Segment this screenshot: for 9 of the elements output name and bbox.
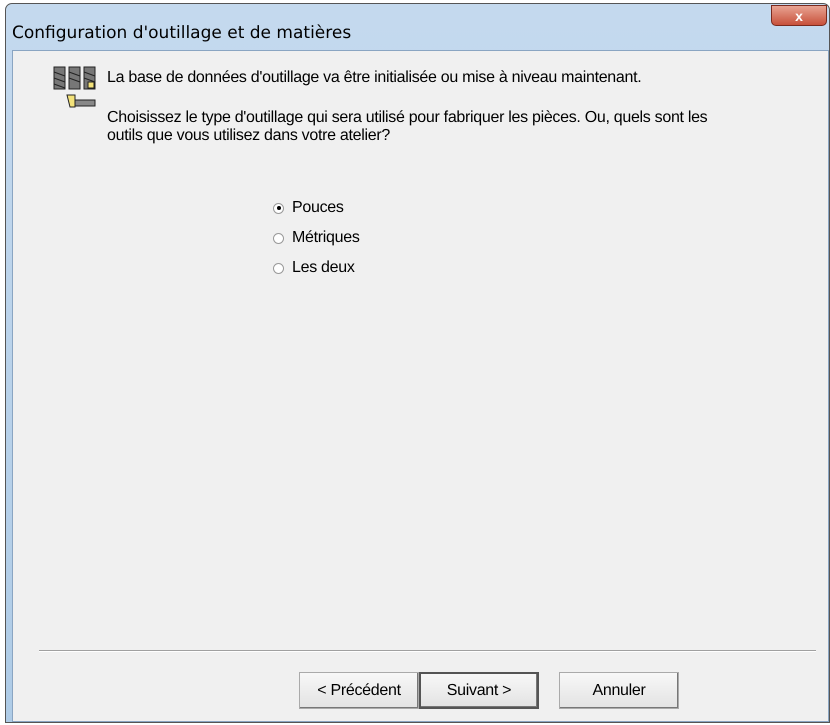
radio-option[interactable]: Métriques: [273, 229, 360, 247]
question-text: Choisissez le type d'outillage qui sera utilisé pour fabriquer les pièces. Ou, quels sont les outils que vous utilisez dans votre atelier?: [107, 109, 708, 145]
wizard-button[interactable]: Suivant >: [419, 672, 539, 709]
wizard-button[interactable]: < Précédent: [299, 672, 419, 709]
intro-text: La base de données d'outillage va être initialisée ou mise à niveau maintenant.: [107, 69, 642, 87]
radio-option[interactable]: Les deux: [273, 259, 355, 277]
wizard-button[interactable]: Annuler: [559, 672, 679, 709]
window-title: Configuration d'outillage et de matières: [12, 23, 352, 43]
radio-option[interactable]: Pouces: [273, 199, 344, 217]
